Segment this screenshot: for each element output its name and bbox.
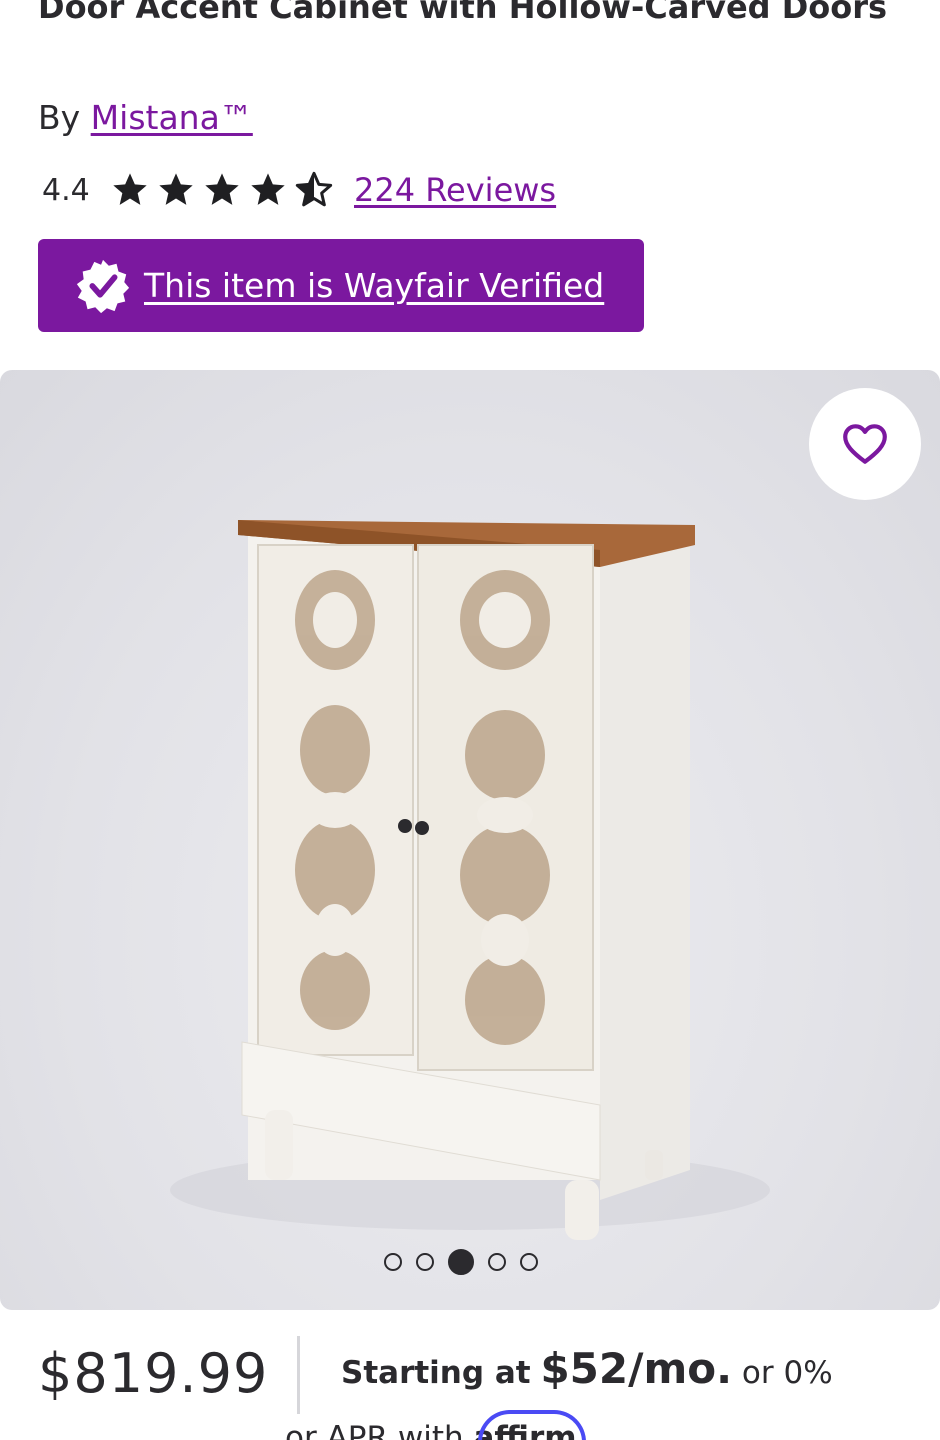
star-partial-icon — [294, 170, 334, 210]
product-image — [170, 520, 770, 1240]
reviews-link[interactable]: 224 Reviews — [354, 171, 556, 209]
carousel-dot[interactable] — [416, 1253, 434, 1271]
verified-badge-icon — [74, 257, 132, 315]
monthly-payment: $52/mo. — [540, 1344, 733, 1393]
heart-outline-icon — [843, 424, 887, 464]
product-price: $819.99 — [38, 1342, 269, 1405]
price-divider — [297, 1336, 300, 1414]
carousel-dot[interactable] — [384, 1253, 402, 1271]
carousel-dot[interactable] — [520, 1253, 538, 1271]
product-title: Door Accent Cabinet with Hollow-Carved D… — [38, 0, 888, 26]
verified-text: This item is Wayfair Verified — [144, 266, 605, 305]
monthly-suffix: or 0% — [741, 1355, 833, 1391]
financing-offer: Starting at $52/mo. or 0% — [341, 1344, 833, 1393]
star-full-icon — [248, 170, 288, 210]
star-full-icon — [110, 170, 150, 210]
apr-text: or APR with — [285, 1420, 464, 1440]
carousel-pagination — [384, 1249, 538, 1275]
star-full-icon — [156, 170, 196, 210]
product-image-carousel[interactable] — [0, 370, 940, 1310]
rating-row: 4.4 224 Reviews — [42, 166, 556, 214]
favorite-button[interactable] — [809, 388, 921, 500]
brand-link[interactable]: Mistana™ — [91, 98, 253, 137]
carousel-dot[interactable] — [488, 1253, 506, 1271]
star-full-icon — [202, 170, 242, 210]
by-prefix: By — [38, 98, 81, 137]
affirm-logo[interactable]: affirm — [474, 1420, 577, 1440]
wayfair-verified-banner[interactable]: This item is Wayfair Verified — [38, 239, 644, 332]
star-rating — [110, 170, 334, 210]
financing-offer-line2: or APR with affirm — [285, 1420, 577, 1440]
brand-byline: By Mistana™ — [38, 98, 253, 137]
rating-value: 4.4 — [42, 172, 90, 208]
pricing-section: $819.99 Starting at $52/mo. or 0% or APR… — [0, 1334, 940, 1440]
carousel-dot-active[interactable] — [448, 1249, 474, 1275]
financing-prefix: Starting at — [341, 1355, 531, 1391]
